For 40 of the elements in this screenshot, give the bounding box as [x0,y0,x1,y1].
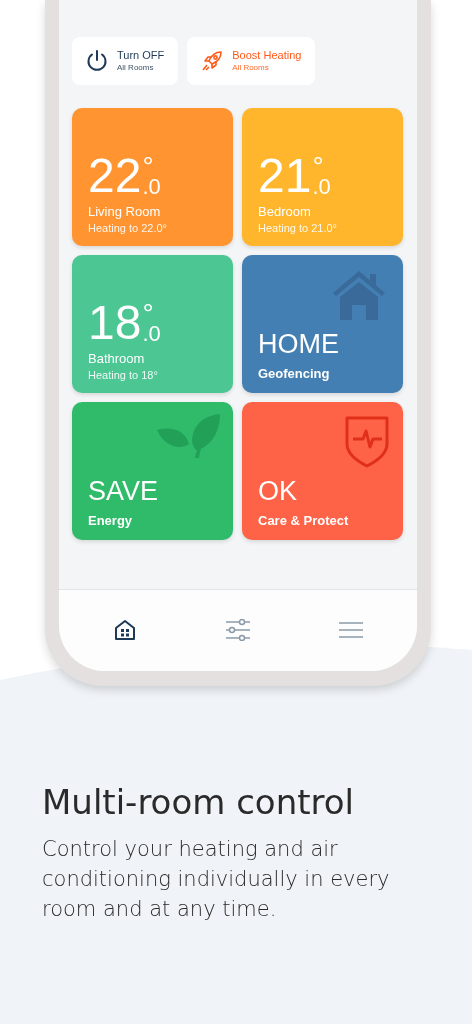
mode-title: OK [258,475,298,507]
action-title: Boost Heating [232,49,302,62]
headline: Multi-room control [42,782,355,822]
temperature-decimal: .0 [142,325,161,343]
temperature-decimal: .0 [312,178,331,196]
room-status: Heating to 21.0° [258,221,338,236]
room-status: Heating to 22.0° [88,221,168,236]
mode-tile[interactable]: SAVE Energy [72,402,233,540]
quick-action-button[interactable]: Boost Heating All Rooms [187,37,316,85]
action-subtitle: All Rooms [232,62,270,73]
mode-subtitle: Geofencing [258,366,331,382]
mode-tile[interactable]: OK Care & Protect [242,402,403,540]
shield-icon [343,414,391,468]
temperature-decimal: .0 [142,178,161,196]
action-subtitle: All Rooms [117,62,155,73]
mode-title: SAVE [88,475,160,507]
house-icon [331,269,387,321]
mode-tile[interactable]: HOME Geofencing [242,255,403,393]
rocket-icon [200,49,225,73]
mode-title: HOME [258,328,340,360]
temperature: 18 [88,303,142,343]
mode-subtitle: Care & Protect [258,513,350,529]
power-icon [85,49,109,73]
degree-sign: ° [142,156,154,178]
room-name: Bathroom [88,351,146,367]
description: Control your heating and air conditioning individually in every room and at any time. [42,836,391,923]
leaf-icon [157,412,223,460]
degree-sign: ° [312,156,324,178]
home-icon [113,618,138,642]
quick-action-button[interactable]: Turn OFF All Rooms [72,37,179,85]
action-title: Turn OFF [117,49,165,62]
menu-icon [338,621,363,639]
room-name: Bedroom [258,204,312,220]
sliders-icon [225,619,251,641]
degree-sign: ° [142,303,154,325]
temperature: 21 [258,156,312,196]
temperature: 22 [88,156,142,196]
room-name: Living Room [88,204,162,220]
mode-subtitle: Energy [88,513,134,529]
room-status: Heating to 18° [88,368,159,383]
